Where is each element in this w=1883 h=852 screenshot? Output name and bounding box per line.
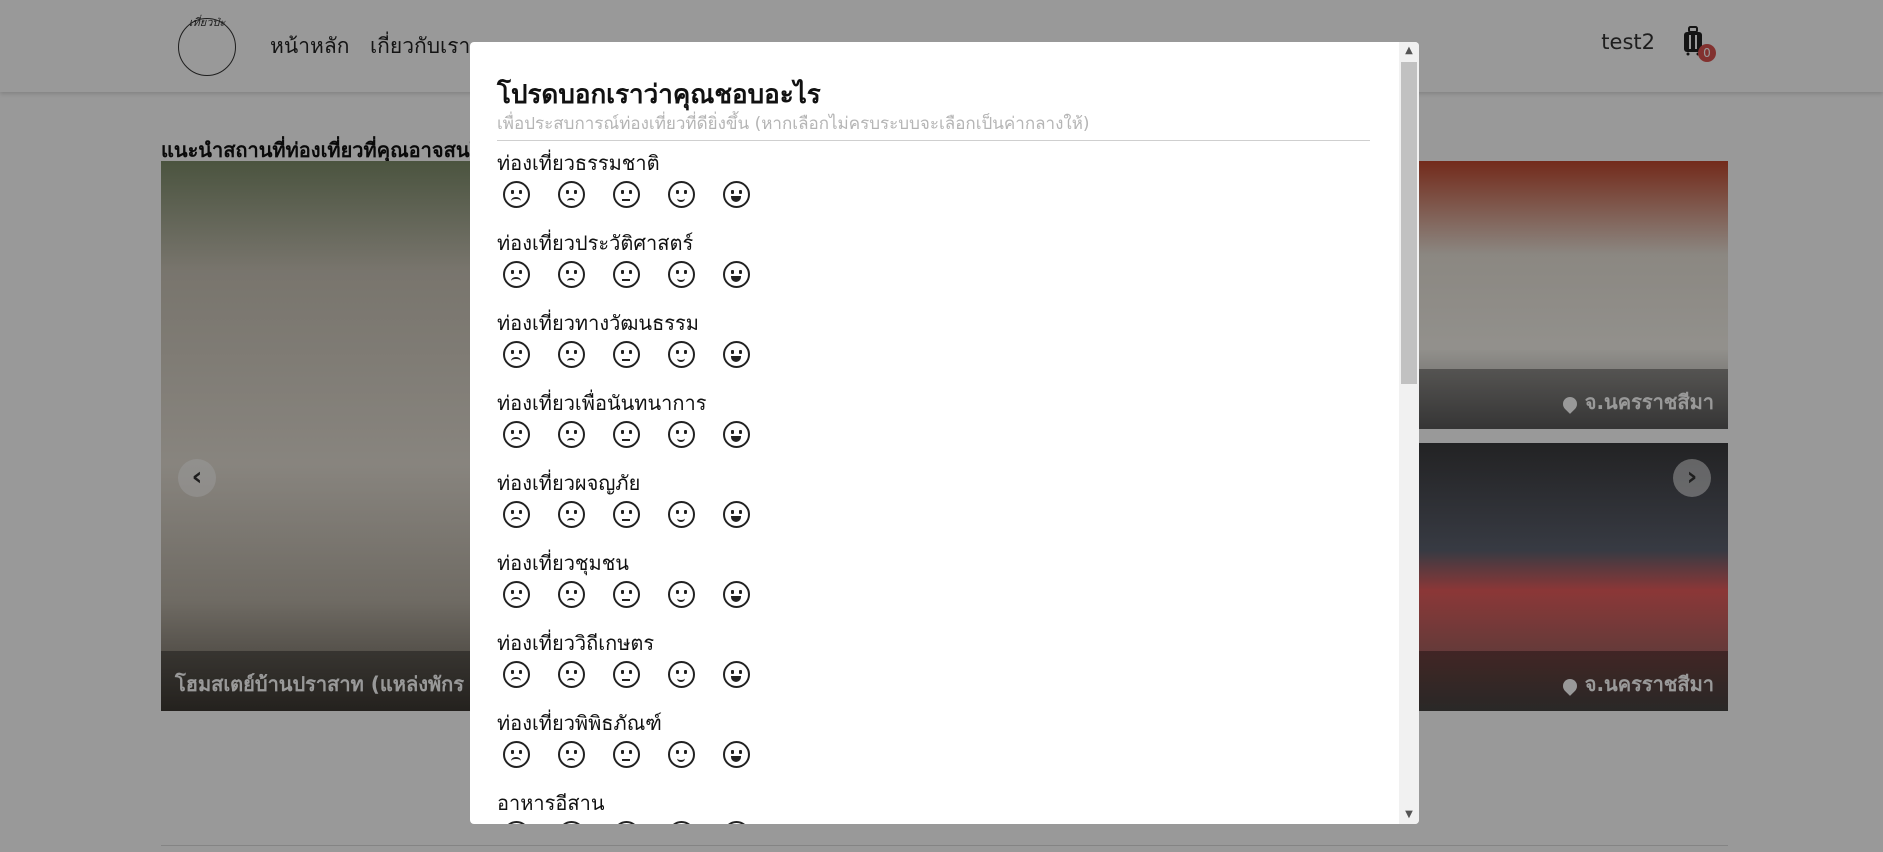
- rating-options: [497, 501, 1390, 528]
- preference-item: อาหารอีสาน: [497, 789, 1390, 824]
- modal-title: โปรดบอกเราว่าคุณชอบอะไร: [497, 80, 821, 110]
- grin-face-icon[interactable]: [723, 741, 750, 768]
- preference-label: ท่องเที่ยวพิพิธภัณฑ์: [497, 711, 662, 735]
- neutral-face-icon[interactable]: [613, 181, 640, 208]
- preference-item: ท่องเที่ยววิถีเกษตร: [497, 629, 1390, 709]
- very-sad-face-icon[interactable]: [503, 821, 530, 824]
- grin-face-icon[interactable]: [723, 261, 750, 288]
- neutral-face-icon[interactable]: [613, 261, 640, 288]
- scroll-down-arrow-icon[interactable]: ▼: [1399, 806, 1419, 824]
- rating-options: [497, 181, 1390, 208]
- grin-face-icon[interactable]: [723, 581, 750, 608]
- rating-options: [497, 821, 1390, 824]
- sad-face-icon[interactable]: [558, 741, 585, 768]
- very-sad-face-icon[interactable]: [503, 421, 530, 448]
- grin-face-icon[interactable]: [723, 181, 750, 208]
- scrollbar-thumb[interactable]: [1401, 62, 1417, 384]
- smile-face-icon[interactable]: [668, 821, 695, 824]
- preference-item: ท่องเที่ยวผจญภัย: [497, 469, 1390, 549]
- very-sad-face-icon[interactable]: [503, 661, 530, 688]
- rating-options: [497, 581, 1390, 608]
- smile-face-icon[interactable]: [668, 181, 695, 208]
- very-sad-face-icon[interactable]: [503, 261, 530, 288]
- neutral-face-icon[interactable]: [613, 581, 640, 608]
- preference-list: ท่องเที่ยวธรรมชาติท่องเที่ยวประวัติศาสตร…: [497, 149, 1390, 824]
- scrollbar[interactable]: ▲ ▼: [1399, 42, 1419, 824]
- preference-label: ท่องเที่ยวประวัติศาสตร์: [497, 231, 694, 255]
- smile-face-icon[interactable]: [668, 341, 695, 368]
- grin-face-icon[interactable]: [723, 341, 750, 368]
- very-sad-face-icon[interactable]: [503, 581, 530, 608]
- grin-face-icon[interactable]: [723, 421, 750, 448]
- smile-face-icon[interactable]: [668, 661, 695, 688]
- scroll-up-arrow-icon[interactable]: ▲: [1399, 42, 1419, 60]
- smile-face-icon[interactable]: [668, 501, 695, 528]
- sad-face-icon[interactable]: [558, 821, 585, 824]
- rating-options: [497, 741, 1390, 768]
- sad-face-icon[interactable]: [558, 661, 585, 688]
- modal-subtitle: เพื่อประสบการณ์ท่องเที่ยวที่ดียิ่งขึ้น (…: [497, 114, 1090, 134]
- grin-face-icon[interactable]: [723, 661, 750, 688]
- rating-options: [497, 421, 1390, 448]
- smile-face-icon[interactable]: [668, 581, 695, 608]
- very-sad-face-icon[interactable]: [503, 741, 530, 768]
- sad-face-icon[interactable]: [558, 261, 585, 288]
- very-sad-face-icon[interactable]: [503, 501, 530, 528]
- rating-options: [497, 261, 1390, 288]
- neutral-face-icon[interactable]: [613, 421, 640, 448]
- preference-label: ท่องเที่ยวเพื่อนันทนาการ: [497, 391, 707, 415]
- grin-face-icon[interactable]: [723, 821, 750, 824]
- preference-item: ท่องเที่ยวธรรมชาติ: [497, 149, 1390, 229]
- very-sad-face-icon[interactable]: [503, 181, 530, 208]
- neutral-face-icon[interactable]: [613, 661, 640, 688]
- sad-face-icon[interactable]: [558, 421, 585, 448]
- smile-face-icon[interactable]: [668, 741, 695, 768]
- smile-face-icon[interactable]: [668, 421, 695, 448]
- preference-item: ท่องเที่ยวชุมชน: [497, 549, 1390, 629]
- preference-modal: โปรดบอกเราว่าคุณชอบอะไร เพื่อประสบการณ์ท…: [470, 42, 1419, 824]
- rating-options: [497, 661, 1390, 688]
- preference-label: ท่องเที่ยวผจญภัย: [497, 471, 641, 495]
- preference-label: ท่องเที่ยวทางวัฒนธรรม: [497, 311, 699, 335]
- preference-label: ท่องเที่ยวธรรมชาติ: [497, 151, 660, 175]
- sad-face-icon[interactable]: [558, 341, 585, 368]
- sad-face-icon[interactable]: [558, 581, 585, 608]
- smile-face-icon[interactable]: [668, 261, 695, 288]
- modal-body: โปรดบอกเราว่าคุณชอบอะไร เพื่อประสบการณ์ท…: [497, 74, 1390, 824]
- neutral-face-icon[interactable]: [613, 741, 640, 768]
- neutral-face-icon[interactable]: [613, 501, 640, 528]
- preference-label: ท่องเที่ยวชุมชน: [497, 551, 629, 575]
- neutral-face-icon[interactable]: [613, 341, 640, 368]
- grin-face-icon[interactable]: [723, 501, 750, 528]
- divider: [497, 140, 1370, 141]
- neutral-face-icon[interactable]: [613, 821, 640, 824]
- sad-face-icon[interactable]: [558, 181, 585, 208]
- preference-item: ท่องเที่ยวพิพิธภัณฑ์: [497, 709, 1390, 789]
- preference-item: ท่องเที่ยวเพื่อนันทนาการ: [497, 389, 1390, 469]
- preference-item: ท่องเที่ยวประวัติศาสตร์: [497, 229, 1390, 309]
- preference-item: ท่องเที่ยวทางวัฒนธรรม: [497, 309, 1390, 389]
- rating-options: [497, 341, 1390, 368]
- very-sad-face-icon[interactable]: [503, 341, 530, 368]
- sad-face-icon[interactable]: [558, 501, 585, 528]
- preference-label: ท่องเที่ยววิถีเกษตร: [497, 631, 655, 655]
- preference-label: อาหารอีสาน: [497, 791, 605, 815]
